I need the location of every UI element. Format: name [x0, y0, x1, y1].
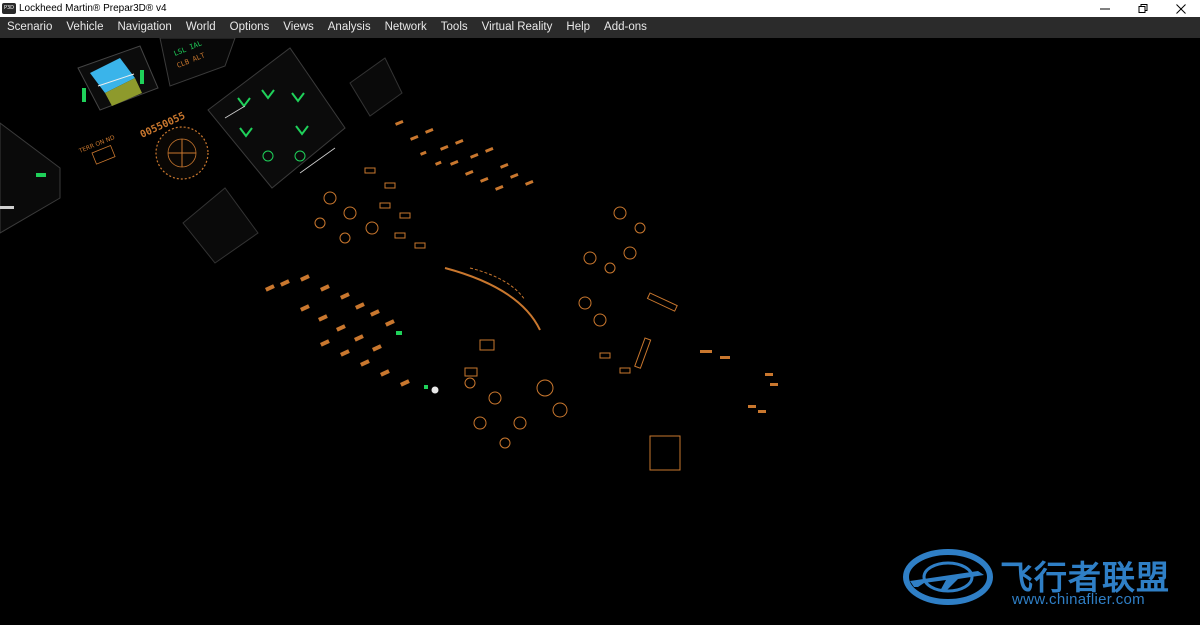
- pedestal-left-cluster: [314, 167, 426, 249]
- menu-network[interactable]: Network: [378, 17, 434, 38]
- left-edge-display: [0, 122, 61, 234]
- menu-world[interactable]: World: [179, 17, 223, 38]
- primary-flight-display: [77, 45, 159, 111]
- menu-analysis[interactable]: Analysis: [321, 17, 378, 38]
- ecam-display: [207, 47, 346, 189]
- close-icon: [1176, 3, 1186, 14]
- close-button[interactable]: [1162, 0, 1200, 17]
- navigation-display-upper: LSL IAL CLB ALT: [159, 38, 236, 87]
- menu-help[interactable]: Help: [559, 17, 597, 38]
- menu-vehicle[interactable]: Vehicle: [59, 17, 110, 38]
- minimize-icon: [1100, 8, 1110, 9]
- minimize-button[interactable]: [1086, 0, 1124, 17]
- title-bar: P3D Lockheed Martin® Prepar3D® v4: [0, 0, 1200, 17]
- menu-add-ons[interactable]: Add-ons: [597, 17, 654, 38]
- menu-bar: Scenario Vehicle Navigation World Option…: [0, 17, 1200, 38]
- chinaflier-watermark: 飞行者联盟 www.chinaflier.com: [900, 545, 1190, 611]
- lower-display: [182, 187, 259, 264]
- upper-right-display: [349, 57, 403, 117]
- pedestal-main-panel: [265, 274, 410, 387]
- standby-compass: 0055 0055: [139, 111, 209, 180]
- menu-virtual-reality[interactable]: Virtual Reality: [475, 17, 560, 38]
- menu-options[interactable]: Options: [223, 17, 277, 38]
- glareshield-arc: [444, 267, 541, 331]
- menu-tools[interactable]: Tools: [434, 17, 475, 38]
- far-right-switches: [700, 350, 778, 413]
- terr-on-nd-switch: TERR ON ND: [77, 134, 116, 165]
- menu-scenario[interactable]: Scenario: [0, 17, 59, 38]
- restore-icon: [1138, 3, 1148, 13]
- terr-on-nd-label: TERR ON ND: [77, 134, 116, 155]
- watermark-url: www.chinaflier.com: [1012, 591, 1145, 608]
- menu-navigation[interactable]: Navigation: [110, 17, 178, 38]
- cockpit-panel-render: LSL IAL CLB ALT 0055 0055 TERR ON ND: [0, 38, 778, 471]
- menu-views[interactable]: Views: [276, 17, 320, 38]
- pedestal-right-cluster: [578, 206, 681, 471]
- chinaflier-logo-icon: [903, 549, 993, 605]
- window-title: Lockheed Martin® Prepar3D® v4: [19, 3, 167, 14]
- restore-button[interactable]: [1124, 0, 1162, 17]
- app-icon: P3D: [2, 3, 16, 14]
- overhead-panel-upper: [395, 120, 534, 191]
- simulator-viewport[interactable]: LSL IAL CLB ALT 0055 0055 TERR ON ND: [0, 38, 1200, 625]
- window-controls: [1086, 0, 1200, 17]
- lower-pedestal-knobs: [464, 339, 568, 449]
